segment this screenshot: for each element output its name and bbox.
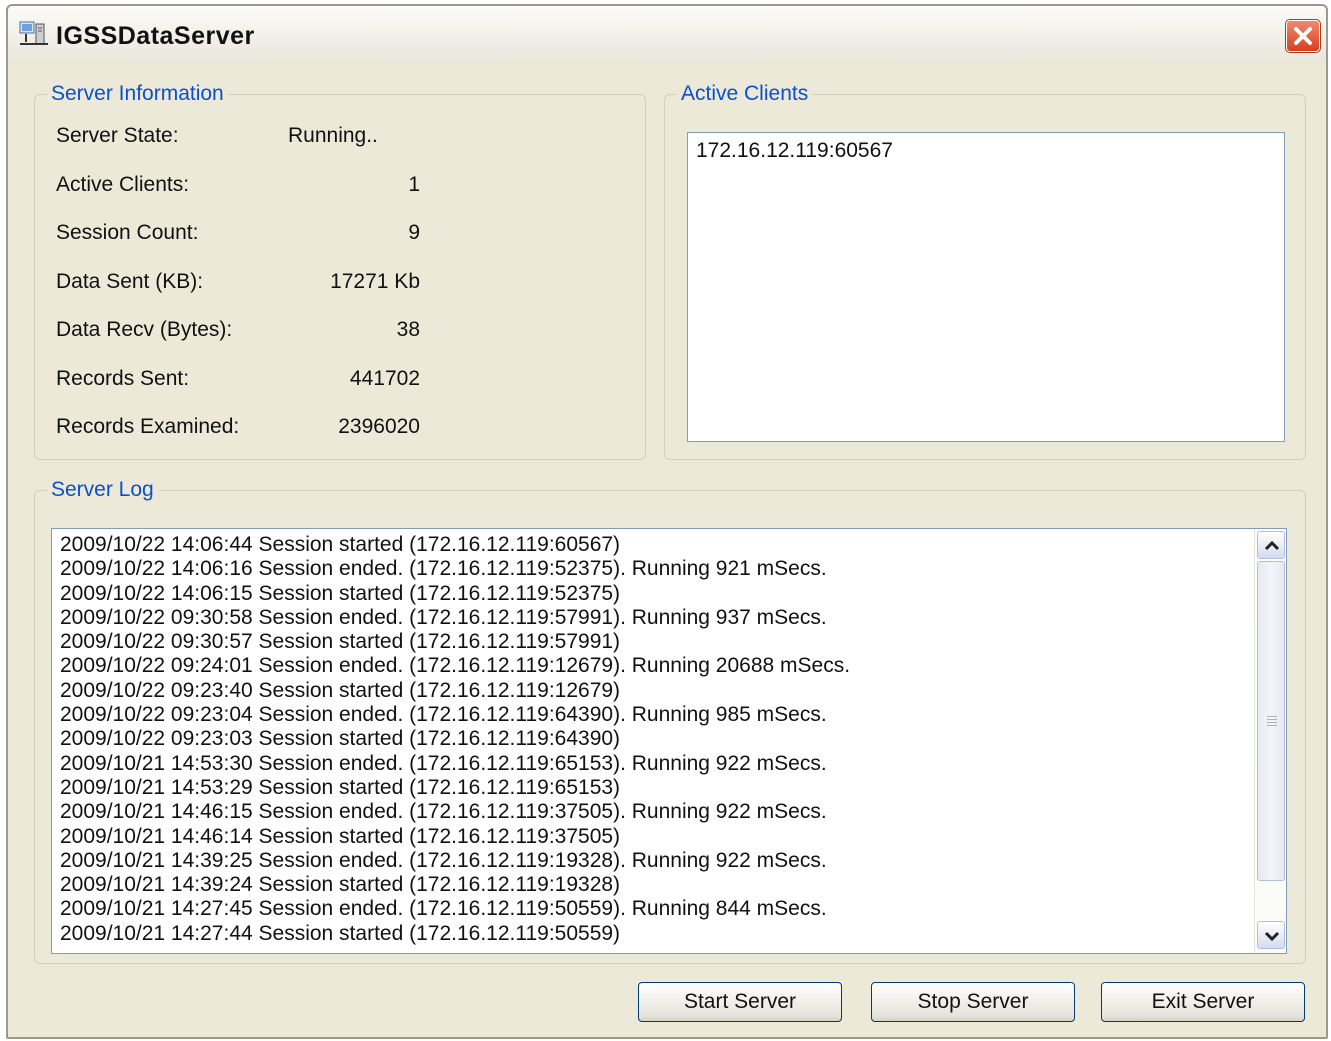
log-line[interactable]: 2009/10/21 14:27:45 Session ended. (172.… — [60, 897, 1250, 921]
exit-server-button[interactable]: Exit Server — [1101, 982, 1305, 1022]
log-scrollbar[interactable] — [1254, 529, 1286, 953]
server-info-label: Active Clients: — [56, 173, 190, 196]
log-line[interactable]: 2009/10/21 14:53:30 Session ended. (172.… — [60, 752, 1250, 776]
server-log-lines: 2009/10/22 14:06:44 Session started (172… — [60, 533, 1250, 946]
server-info-label: Records Examined: — [56, 415, 240, 438]
window-title: IGSSDataServer — [56, 22, 255, 50]
server-info-label: Data Recv (Bytes): — [56, 318, 233, 341]
server-app-icon — [18, 20, 50, 48]
log-line[interactable]: 2009/10/22 14:06:16 Session ended. (172.… — [60, 557, 1250, 581]
server-info-label: Records Sent: — [56, 367, 190, 390]
log-line[interactable]: 2009/10/22 14:06:44 Session started (172… — [60, 533, 1250, 557]
log-line[interactable]: 2009/10/21 14:39:24 Session started (172… — [60, 873, 1250, 897]
server-info-label: Data Sent (KB): — [56, 270, 204, 293]
close-icon — [1294, 27, 1312, 45]
active-clients-list[interactable]: 172.16.12.119:60567 — [687, 132, 1285, 442]
server-log-legend: Server Log — [51, 478, 154, 501]
log-line[interactable]: 2009/10/21 14:39:25 Session ended. (172.… — [60, 849, 1250, 873]
start-server-button[interactable]: Start Server — [638, 982, 842, 1022]
client-list-item[interactable]: 172.16.12.119:60567 — [696, 139, 1276, 163]
app-window: IGSSDataServer Server Information Active… — [6, 4, 1328, 1039]
server-info-value: 1 — [408, 173, 420, 196]
log-line[interactable]: 2009/10/22 09:23:03 Session started (172… — [60, 727, 1250, 751]
server-info-value: 9 — [408, 221, 420, 244]
log-line[interactable]: 2009/10/22 09:23:04 Session ended. (172.… — [60, 703, 1250, 727]
server-info-value: 2396020 — [338, 415, 420, 438]
active-clients-group: Active Clients 172.16.12.119:60567 — [664, 82, 1306, 460]
log-line[interactable]: 2009/10/22 09:30:58 Session ended. (172.… — [60, 606, 1250, 630]
server-log-list[interactable]: 2009/10/22 14:06:44 Session started (172… — [51, 528, 1287, 954]
server-information-legend: Server Information — [51, 82, 224, 105]
log-line[interactable]: 2009/10/22 09:30:57 Session started (172… — [60, 630, 1250, 654]
stop-server-button[interactable]: Stop Server — [871, 982, 1075, 1022]
log-line[interactable]: 2009/10/21 14:46:15 Session ended. (172.… — [60, 800, 1250, 824]
close-button[interactable] — [1285, 19, 1321, 53]
server-info-value: 17271 Kb — [330, 270, 420, 293]
title-bar[interactable]: IGSSDataServer — [8, 6, 1326, 64]
log-line[interactable]: 2009/10/21 14:27:44 Session started (172… — [60, 922, 1250, 946]
active-clients-legend: Active Clients — [681, 82, 809, 105]
chevron-up-icon — [1264, 540, 1280, 551]
chevron-down-icon — [1264, 931, 1280, 942]
server-info-value: 441702 — [349, 367, 420, 390]
server-info-value: 38 — [396, 318, 420, 341]
log-line[interactable]: 2009/10/22 09:23:40 Session started (172… — [60, 679, 1250, 703]
log-line[interactable]: 2009/10/22 14:06:15 Session started (172… — [60, 582, 1250, 606]
log-line[interactable]: 2009/10/22 09:24:01 Session ended. (172.… — [60, 654, 1250, 678]
scroll-down-button[interactable] — [1257, 921, 1285, 949]
server-info-label: Session Count: — [56, 221, 199, 244]
scroll-up-button[interactable] — [1257, 531, 1285, 559]
log-line[interactable]: 2009/10/21 14:53:29 Session started (172… — [60, 776, 1250, 800]
log-line[interactable]: 2009/10/21 14:46:14 Session started (172… — [60, 825, 1250, 849]
server-info-value: Running.. — [288, 124, 378, 147]
scroll-thumb[interactable] — [1257, 561, 1285, 881]
server-log-group: Server Log 2009/10/22 14:06:44 Session s… — [34, 478, 1306, 964]
server-info-label: Server State: — [56, 124, 179, 147]
